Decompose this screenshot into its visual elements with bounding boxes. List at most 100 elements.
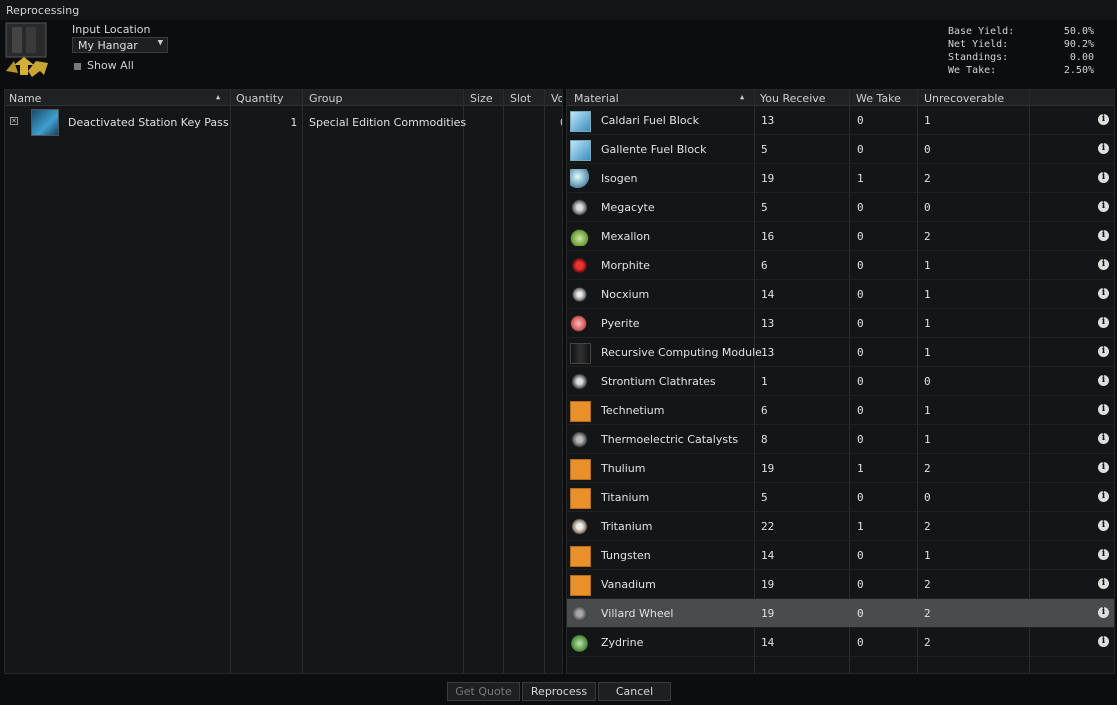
col-header-name[interactable]: Name [9,92,41,105]
table-row[interactable]: Megacyte 5 0 0 i [567,193,1114,222]
table-row[interactable]: Villard Wheel 19 0 2 i [567,599,1114,628]
table-row[interactable]: × Deactivated Station Key Pass 1 Special… [5,107,562,137]
info-icon[interactable]: i [1098,607,1109,618]
table-row[interactable]: Mexallon 16 0 2 i [567,222,1114,251]
unrecoverable-value: 2 [924,230,931,243]
info-icon[interactable]: i [1098,462,1109,473]
unrecoverable-value: 1 [924,433,931,446]
input-items-table: Name ▲ Quantity Group Size Slot Vo × Dea… [4,89,563,674]
reprocessing-logo-icon [5,22,48,77]
material-name: Pyerite [601,317,640,330]
material-name: Megacyte [601,201,655,214]
we-take-value: 0 [857,346,864,359]
you-receive-value: 6 [761,259,768,272]
table-row[interactable]: Nocxium 14 0 1 i [567,280,1114,309]
we-take-value: 0 [857,317,864,330]
info-icon[interactable]: i [1098,259,1109,270]
reprocess-button[interactable]: Reprocess [522,682,596,701]
table-row[interactable]: Isogen 19 1 2 i [567,164,1114,193]
materials-list: Caldari Fuel Block 13 0 1 i Gallente Fuel Blo… [567,106,1114,657]
info-icon[interactable]: i [1098,636,1109,647]
col-header-you-receive[interactable]: You Receive [760,92,826,105]
remove-item-icon[interactable]: × [10,117,18,125]
table-row[interactable]: Vanadium 19 0 2 i [567,570,1114,599]
info-icon[interactable]: i [1098,578,1109,589]
we-take-value: 0 [857,230,864,243]
table-row[interactable]: Tungsten 14 0 1 i [567,541,1114,570]
info-icon[interactable]: i [1098,230,1109,241]
we-take-value: 0 [857,578,864,591]
nocxium-icon [570,285,589,304]
show-all-checkbox[interactable]: Show All [74,59,134,72]
table-row[interactable]: Thulium 19 1 2 i [567,454,1114,483]
fuel-block-icon [570,111,591,132]
info-icon[interactable]: i [1098,549,1109,560]
you-receive-value: 13 [761,114,775,127]
you-receive-value: 13 [761,317,775,330]
col-header-group[interactable]: Group [309,92,343,105]
we-take-value: 1 [857,520,864,533]
fuel-block-icon [570,140,591,161]
col-header-volume[interactable]: Vo [551,92,562,105]
info-icon[interactable]: i [1098,317,1109,328]
you-receive-value: 14 [761,288,775,301]
cancel-button[interactable]: Cancel [598,682,671,701]
table-row[interactable]: Recursive Computing Module 13 0 1 i [567,338,1114,367]
unrecoverable-value: 1 [924,317,931,330]
table-row[interactable]: Thermoelectric Catalysts 8 0 1 i [567,425,1114,454]
thulium-icon [570,459,591,480]
you-receive-value: 6 [761,404,768,417]
unrecoverable-value: 1 [924,288,931,301]
column-divider [302,90,303,673]
material-name: Tritanium [601,520,653,533]
get-quote-button[interactable]: Get Quote [447,682,520,701]
col-header-material[interactable]: Material [574,92,619,105]
input-location-value: My Hangar [78,39,138,52]
unrecoverable-value: 2 [924,172,931,185]
info-icon[interactable]: i [1098,520,1109,531]
you-receive-value: 5 [761,143,768,156]
table-row[interactable]: Technetium 6 0 1 i [567,396,1114,425]
input-location-dropdown[interactable]: My Hangar ▼ [72,37,168,53]
you-receive-value: 19 [761,578,775,591]
you-receive-value: 19 [761,607,775,620]
we-take-value: 0 [857,607,864,620]
table-row[interactable]: Caldari Fuel Block 13 0 1 i [567,106,1114,135]
table-row[interactable]: Strontium Clathrates 1 0 0 i [567,367,1114,396]
col-header-size[interactable]: Size [470,92,493,105]
info-icon[interactable]: i [1098,172,1109,183]
info-icon[interactable]: i [1098,346,1109,357]
info-icon[interactable]: i [1098,288,1109,299]
you-receive-value: 14 [761,636,775,649]
col-header-quantity[interactable]: Quantity [236,92,284,105]
info-icon[interactable]: i [1098,433,1109,444]
table-row[interactable]: Tritanium 22 1 2 i [567,512,1114,541]
table-row[interactable]: Zydrine 14 0 2 i [567,628,1114,657]
table-row[interactable]: Gallente Fuel Block 5 0 0 i [567,135,1114,164]
table-header: Name ▲ Quantity Group Size Slot Vo [5,90,562,106]
info-icon[interactable]: i [1098,375,1109,386]
info-icon[interactable]: i [1098,143,1109,154]
unrecoverable-value: 1 [924,259,931,272]
unrecoverable-value: 0 [924,201,931,214]
col-header-unrecoverable[interactable]: Unrecoverable [924,92,1004,105]
material-name: Morphite [601,259,650,272]
col-header-we-take[interactable]: We Take [856,92,901,105]
info-icon[interactable]: i [1098,491,1109,502]
info-icon[interactable]: i [1098,201,1109,212]
material-name: Titanium [601,491,650,504]
villard-wheel-icon [570,604,589,623]
table-row[interactable]: Pyerite 13 0 1 i [567,309,1114,338]
pyerite-icon [570,314,589,333]
sort-arrow-icon: ▲ [740,93,745,101]
info-icon[interactable]: i [1098,404,1109,415]
you-receive-value: 19 [761,462,775,475]
info-icon[interactable]: i [1098,114,1109,125]
table-row[interactable]: Morphite 6 0 1 i [567,251,1114,280]
we-take-value: 0 [857,259,864,272]
col-header-slot[interactable]: Slot [510,92,531,105]
column-divider [544,90,545,673]
technetium-icon [570,401,591,422]
table-row[interactable]: Titanium 5 0 0 i [567,483,1114,512]
material-name: Caldari Fuel Block [601,114,700,127]
